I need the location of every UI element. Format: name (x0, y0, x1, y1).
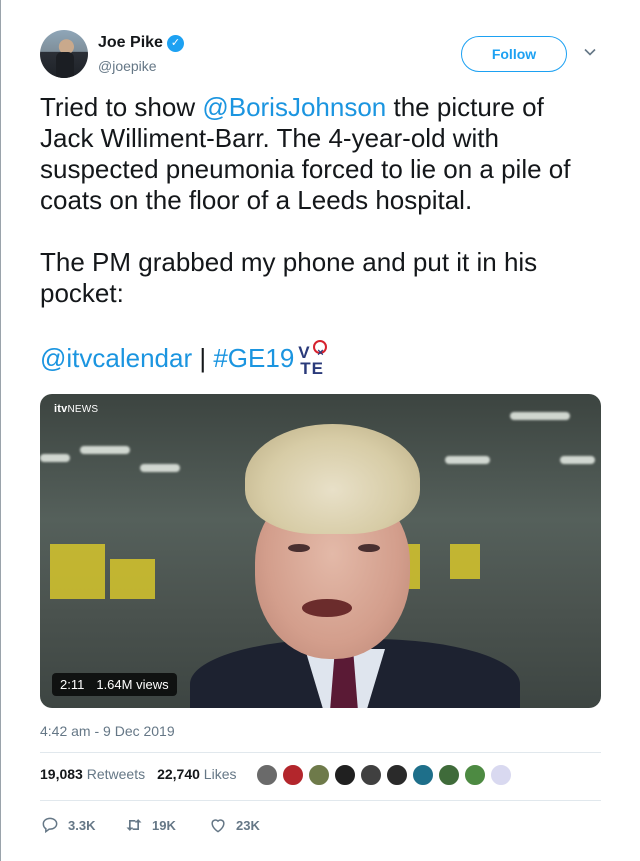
chevron-down-icon[interactable] (584, 46, 596, 58)
vote-te: TE (300, 359, 325, 378)
liker-avatar[interactable] (438, 764, 460, 786)
vote-hashflag-icon: VTE (298, 338, 332, 378)
liker-avatar[interactable] (412, 764, 434, 786)
retweets-label: Retweets (86, 766, 146, 782)
likes-stat[interactable]: 22,740 Likes (157, 766, 236, 782)
hashtag-link[interactable]: #GE19 (213, 343, 294, 373)
tweet-actions: 3.3K 19K 23K (40, 815, 292, 835)
ceiling-light (510, 412, 570, 420)
background-crate (50, 544, 105, 599)
video-meta: 2:11 1.64M views (52, 673, 177, 696)
follow-button[interactable]: Follow (461, 36, 567, 72)
video-subject (190, 424, 520, 708)
ceiling-light (560, 456, 595, 464)
tweet-header: Joe Pike ✓ @joepike Follow (40, 30, 610, 80)
separator: | (192, 343, 214, 373)
ceiling-light (40, 454, 70, 462)
retweet-icon (126, 819, 142, 831)
display-name[interactable]: Joe Pike ✓ (98, 34, 184, 52)
user-handle[interactable]: @joepike (98, 58, 157, 74)
background-crate (110, 559, 155, 599)
heart-icon (211, 819, 225, 833)
retweet-button[interactable]: 19K (124, 815, 208, 835)
reply-count: 3.3K (68, 817, 96, 833)
divider (40, 800, 601, 801)
retweet-count: 19K (152, 817, 176, 833)
liker-avatar[interactable] (334, 764, 356, 786)
likes-count: 22,740 (157, 766, 200, 782)
liker-avatars (256, 764, 512, 786)
liker-avatar[interactable] (490, 764, 512, 786)
itv-news-logo: itvNEWS (54, 403, 98, 415)
ceiling-light (140, 464, 180, 472)
mention-link-itvcalendar[interactable]: @itvcalendar (40, 343, 192, 373)
tweet-paragraph-3: @itvcalendar | #GE19VTE (40, 338, 600, 378)
retweets-count: 19,083 (40, 766, 83, 782)
video-duration: 2:11 (60, 677, 85, 692)
tweet-text-segment: Tried to show (40, 92, 203, 122)
window-edge (0, 0, 1, 861)
video-player[interactable]: itvNEWS 2:11 1.64M views (40, 394, 601, 708)
divider (40, 752, 601, 753)
likes-label: Likes (203, 766, 237, 782)
liker-avatar[interactable] (386, 764, 408, 786)
liker-avatar[interactable] (308, 764, 330, 786)
tweet-paragraph-2: The PM grabbed my phone and put it in hi… (40, 247, 538, 308)
display-name-text[interactable]: Joe Pike (98, 34, 163, 52)
logo-brand: itv (54, 403, 68, 415)
liker-avatar[interactable] (256, 764, 278, 786)
reply-icon (42, 817, 58, 834)
like-button[interactable]: 23K (208, 815, 292, 835)
liker-avatar[interactable] (282, 764, 304, 786)
tweet-text: Tried to show @BorisJohnson the picture … (40, 92, 600, 378)
liker-avatar[interactable] (464, 764, 486, 786)
logo-label: NEWS (67, 404, 99, 415)
avatar[interactable] (40, 30, 88, 78)
liker-avatar[interactable] (360, 764, 382, 786)
mention-link[interactable]: @BorisJohnson (202, 92, 386, 122)
retweets-stat[interactable]: 19,083 Retweets (40, 766, 145, 782)
verified-badge-icon: ✓ (166, 34, 184, 52)
like-count: 23K (236, 817, 260, 833)
tweet-paragraph-1: Tried to show @BorisJohnson the picture … (40, 92, 600, 216)
video-views: 1.64M views (96, 677, 169, 692)
tweet-stats: 19,083 Retweets 22,740 Likes (40, 766, 236, 782)
reply-button[interactable]: 3.3K (40, 815, 124, 835)
tweet-timestamp[interactable]: 4:42 am - 9 Dec 2019 (40, 723, 175, 739)
ceiling-light (80, 446, 130, 454)
